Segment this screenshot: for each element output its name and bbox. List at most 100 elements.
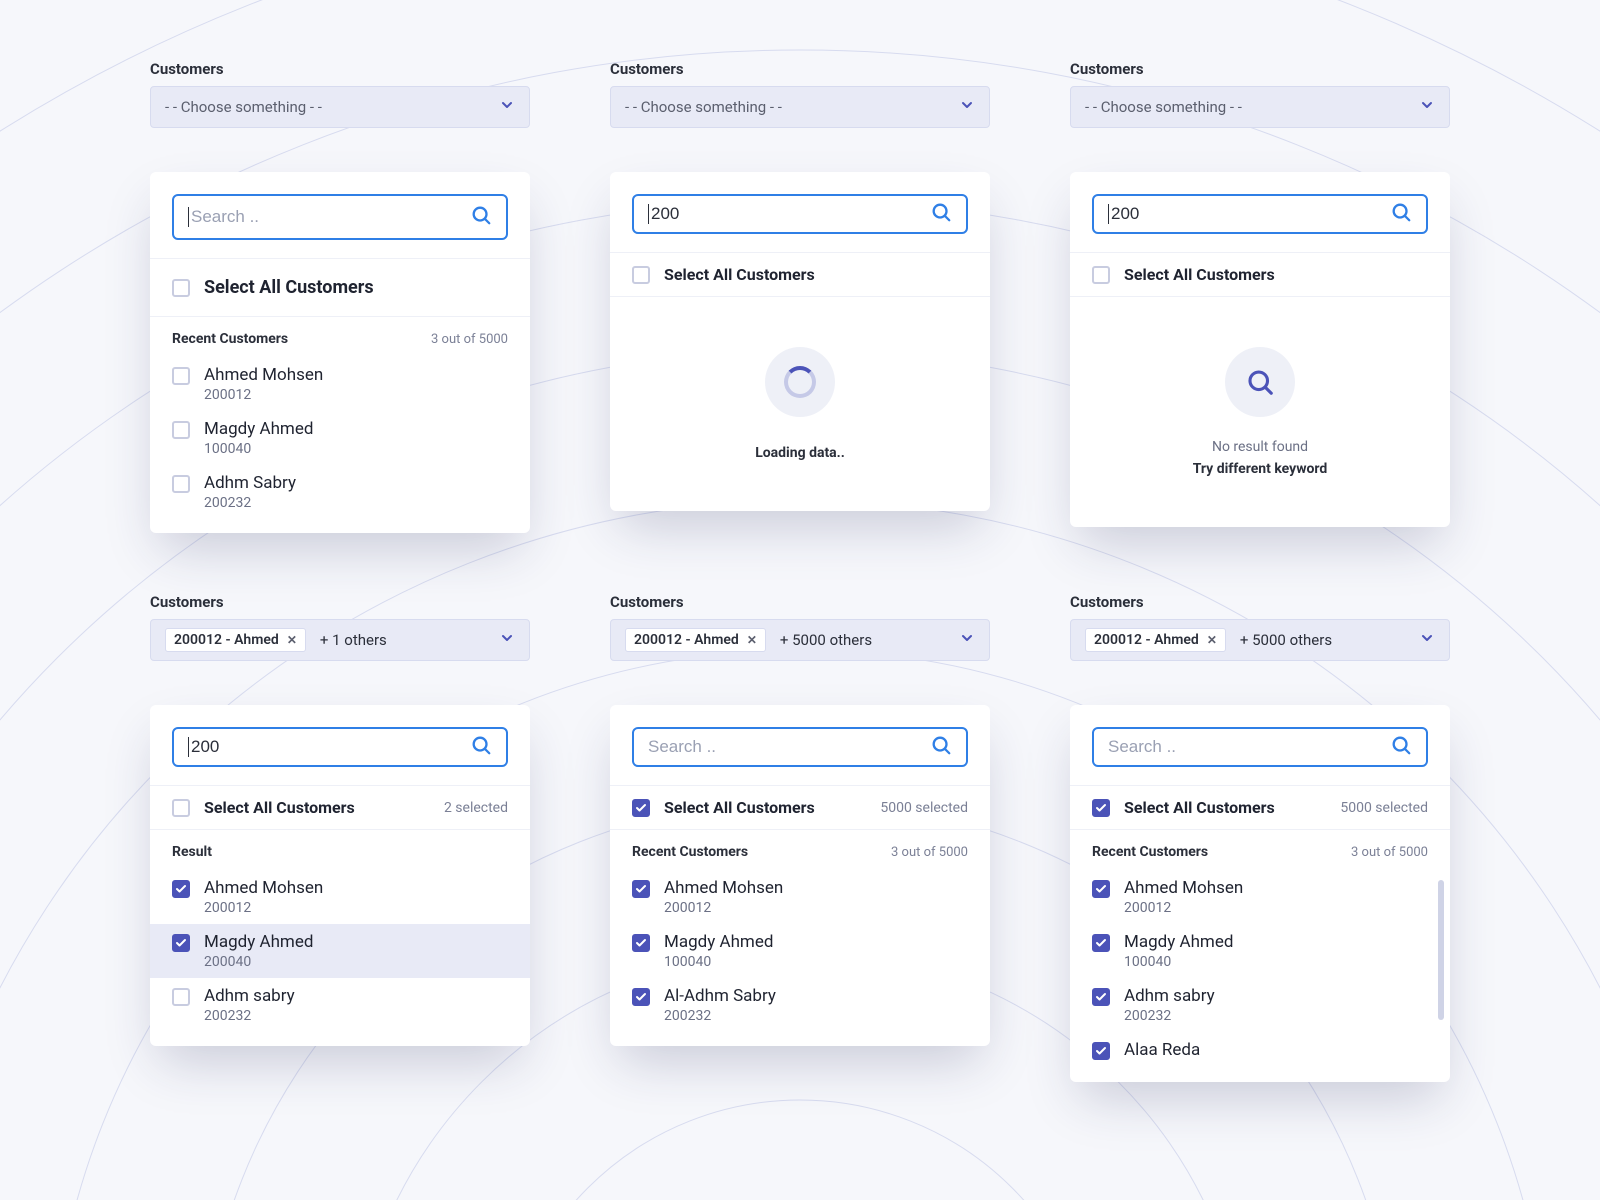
list-item[interactable]: Al-Adhm Sabry200232 [610, 978, 990, 1032]
checkbox[interactable] [172, 934, 190, 952]
customers-select[interactable]: - - Choose something - - [1070, 86, 1450, 128]
chip-text: 200012 - Ahmed [1094, 632, 1199, 648]
customer-id: 200012 [204, 900, 323, 916]
checkbox[interactable] [1092, 880, 1110, 898]
select-all-row[interactable]: Select All Customers 2 selected [150, 786, 530, 829]
list-item[interactable]: Ahmed Mohsen200012 [150, 357, 530, 411]
recent-count: 3 out of 5000 [431, 332, 508, 347]
search-input-wrap[interactable] [172, 727, 508, 767]
list-item[interactable]: Magdy Ahmed100040 [610, 924, 990, 978]
checkbox[interactable] [1092, 266, 1110, 284]
checkbox[interactable] [632, 934, 650, 952]
select-all-row[interactable]: Select All Customers 5000 selected [610, 786, 990, 829]
customer-id: 200232 [1124, 1008, 1215, 1024]
search-input[interactable] [1111, 204, 1390, 224]
list-item[interactable]: Ahmed Mohsen200012 [1070, 870, 1450, 924]
checkbox[interactable] [172, 988, 190, 1006]
customer-name: Adhm sabry [1124, 986, 1215, 1006]
checkbox[interactable] [172, 880, 190, 898]
list-item[interactable]: Adhm Sabry 200232 [150, 465, 530, 519]
list-item[interactable]: Ahmed Mohsen 200012 [610, 870, 990, 924]
search-input[interactable] [1108, 737, 1390, 757]
search-input-wrap[interactable] [1092, 194, 1428, 234]
search-input-wrap[interactable] [632, 727, 968, 767]
list-item[interactable]: Magdy Ahmed 100040 [150, 411, 530, 465]
customers-select[interactable]: 200012 - Ahmed ✕ + 5000 others [1070, 619, 1450, 661]
dropdown-panel: Select All Customers 5000 selected Recen… [610, 705, 990, 1046]
search-input[interactable] [191, 207, 470, 227]
select-all-label: Select All Customers [664, 798, 815, 817]
recent-count: 3 out of 5000 [1351, 845, 1428, 860]
select-all-row[interactable]: Select All Customers [1070, 253, 1450, 296]
search-input-wrap[interactable] [172, 194, 508, 240]
customer-name: Ahmed Mohsen [204, 365, 323, 385]
close-icon[interactable]: ✕ [287, 633, 297, 647]
scrollbar[interactable] [1438, 880, 1444, 1020]
checkbox[interactable] [632, 988, 650, 1006]
select-all-row[interactable]: Select All Customers [610, 253, 990, 296]
checkbox[interactable] [172, 367, 190, 385]
select-all-row[interactable]: Select All Customers [150, 259, 530, 316]
selected-chip[interactable]: 200012 - Ahmed ✕ [625, 628, 766, 652]
customers-select[interactable]: - - Choose something - - [150, 86, 530, 128]
select-all-row[interactable]: Select All Customers 5000 selected [1070, 786, 1450, 829]
checkbox[interactable] [632, 799, 650, 817]
list-item[interactable]: Alaa Reda [1070, 1032, 1450, 1068]
checkbox[interactable] [1092, 988, 1110, 1006]
recent-count: 3 out of 5000 [891, 845, 968, 860]
checkbox[interactable] [172, 799, 190, 817]
customer-name: Ahmed Mohsen [204, 878, 323, 898]
checkbox[interactable] [1092, 799, 1110, 817]
list-item[interactable]: Adhm sabry 200232 [1070, 978, 1450, 1032]
recent-header: Recent Customers [172, 331, 288, 347]
customer-name: Al-Adhm Sabry [664, 986, 776, 1006]
selected-count: 5000 selected [1340, 800, 1428, 816]
list-item[interactable]: Adhm sabry200232 [150, 978, 530, 1032]
recent-header: Recent Customers [632, 844, 748, 860]
select-all-label: Select All Customers [204, 277, 374, 298]
select-placeholder: - - Choose something - - [1085, 98, 1242, 116]
text-cursor [188, 207, 189, 227]
search-input-wrap[interactable] [1092, 727, 1428, 767]
search-input-wrap[interactable] [632, 194, 968, 234]
list-item[interactable]: Magdy Ahmed100040 [1070, 924, 1450, 978]
customer-id: 200232 [204, 495, 296, 511]
search-input[interactable] [651, 204, 930, 224]
select-all-label: Select All Customers [204, 798, 355, 817]
checkbox[interactable] [632, 266, 650, 284]
checkbox[interactable] [1092, 1042, 1110, 1060]
checkbox[interactable] [172, 279, 190, 297]
selected-count: 2 selected [444, 800, 508, 816]
field-label: Customers [150, 593, 530, 611]
search-icon [930, 734, 952, 760]
customer-id: 100040 [204, 441, 313, 457]
select-placeholder: - - Choose something - - [625, 98, 782, 116]
selected-chip[interactable]: 200012 - Ahmed ✕ [165, 628, 306, 652]
checkbox[interactable] [632, 880, 650, 898]
customer-name: Magdy Ahmed [204, 419, 313, 439]
customer-name: Magdy Ahmed [204, 932, 313, 952]
list-item[interactable]: Magdy Ahmed200040 [150, 924, 530, 978]
close-icon[interactable]: ✕ [1207, 633, 1217, 647]
field-label: Customers [150, 60, 530, 78]
spinner-icon [765, 347, 835, 417]
close-icon[interactable]: ✕ [747, 633, 757, 647]
checkbox[interactable] [172, 421, 190, 439]
customer-name: Adhm Sabry [204, 473, 296, 493]
dropdown-panel: Select All Customers No result found Try… [1070, 172, 1450, 527]
customer-list: Ahmed Mohsen 200012 Magdy Ahmed200040Adhm … [150, 866, 530, 1046]
customers-select[interactable]: 200012 - Ahmed ✕ + 5000 others [610, 619, 990, 661]
list-item[interactable]: Ahmed Mohsen 200012 [150, 870, 530, 924]
selected-chip[interactable]: 200012 - Ahmed ✕ [1085, 628, 1226, 652]
search-input[interactable] [191, 737, 470, 757]
customers-select[interactable]: 200012 - Ahmed ✕ + 1 others [150, 619, 530, 661]
checkbox[interactable] [172, 475, 190, 493]
search-input[interactable] [648, 737, 930, 757]
customer-name: Ahmed Mohsen [664, 878, 783, 898]
customer-name: Magdy Ahmed [664, 932, 773, 952]
customers-select[interactable]: - - Choose something - - [610, 86, 990, 128]
customer-id: 200012 [664, 900, 783, 916]
text-cursor [188, 737, 189, 757]
selected-count: 5000 selected [880, 800, 968, 816]
checkbox[interactable] [1092, 934, 1110, 952]
